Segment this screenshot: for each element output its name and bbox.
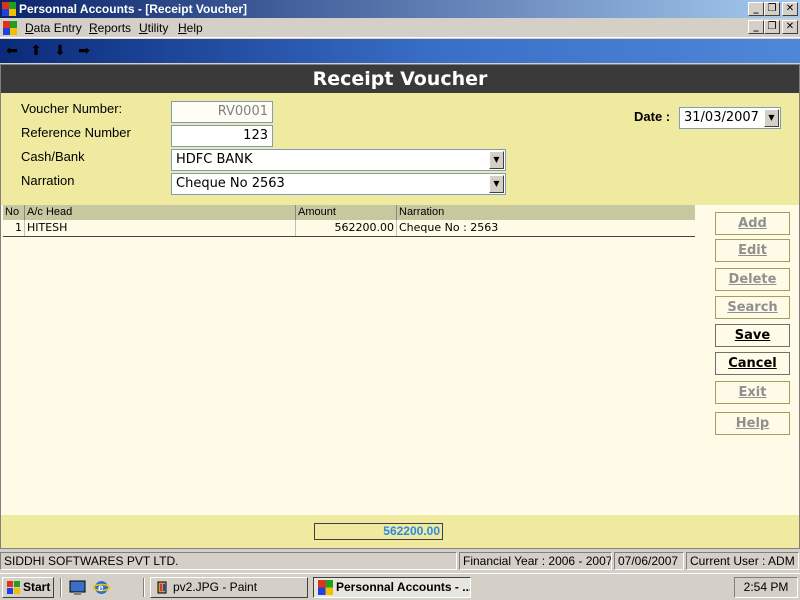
help-button[interactable]: Help [715, 412, 790, 435]
system-tray-clock[interactable]: 2:54 PM [734, 577, 798, 598]
date-picker[interactable]: 31/03/2007 ▼ [679, 107, 781, 129]
cell-ac-head[interactable]: HITESH [25, 220, 296, 236]
voucher-number-field: RV0001 [171, 101, 273, 123]
delete-button[interactable]: Delete [715, 268, 790, 291]
app-icon [318, 580, 333, 595]
arrow-down-icon[interactable]: ⬇ [51, 42, 69, 60]
svg-text:e: e [98, 583, 104, 594]
menu-bar: Data Entry Reports Utility Help _ ❐ ✕ [0, 18, 800, 38]
window-title-bar[interactable]: Personnal Accounts - [Receipt Voucher] _… [0, 0, 800, 18]
status-financial-year: Financial Year : 2006 - 2007 [459, 552, 612, 570]
task-label: pv2.JPG - Paint [173, 580, 258, 594]
close-button[interactable]: ✕ [782, 2, 798, 16]
chevron-down-icon[interactable]: ▼ [764, 109, 779, 127]
reference-number-field[interactable]: 123 [171, 125, 273, 147]
internet-explorer-icon[interactable]: e [93, 579, 110, 596]
narration-value: Cheque No 2563 [176, 176, 285, 191]
document-icon[interactable] [3, 21, 17, 35]
form-title: Receipt Voucher [1, 65, 799, 93]
reference-number-label: Reference Number [21, 125, 131, 140]
column-header-ac-head[interactable]: A/c Head [25, 205, 296, 220]
task-label: Personnal Accounts - ... [336, 580, 471, 594]
cash-bank-select[interactable]: HDFC BANK ▼ [171, 149, 506, 171]
grid-header: No A/c Head Amount Narration [3, 205, 695, 220]
narration-select[interactable]: Cheque No 2563 ▼ [171, 173, 506, 195]
start-button[interactable]: Start [2, 577, 54, 598]
add-button[interactable]: Add [715, 212, 790, 235]
menu-help[interactable]: Help [178, 21, 203, 35]
save-button[interactable]: Save [715, 324, 790, 347]
menu-utility[interactable]: Utility [139, 21, 168, 35]
voucher-number-label: Voucher Number: [21, 101, 123, 116]
arrow-right-icon[interactable]: ➡ [75, 42, 93, 60]
cell-amount[interactable]: 562200.00 [296, 220, 397, 236]
table-row[interactable]: 1 HITESH 562200.00 Cheque No : 2563 [3, 220, 695, 237]
taskbar: Start e pv2.JPG - Paint Personnal Accoun… [0, 573, 800, 600]
arrow-up-icon[interactable]: ⬆ [27, 42, 45, 60]
chevron-down-icon[interactable]: ▼ [489, 175, 504, 193]
taskbar-separator [60, 578, 62, 597]
search-button[interactable]: Search [715, 296, 790, 319]
status-current-user: Current User : ADM [686, 552, 799, 570]
edit-button[interactable]: Edit [715, 239, 790, 262]
status-date: 07/06/2007 [614, 552, 684, 570]
cash-bank-label: Cash/Bank [21, 149, 85, 164]
child-restore-button[interactable]: ❐ [764, 20, 780, 34]
menu-reports[interactable]: Reports [89, 21, 131, 35]
voucher-header-panel: Voucher Number: RV0001 Reference Number … [1, 93, 799, 205]
receipt-voucher-form: Receipt Voucher Voucher Number: RV0001 R… [0, 64, 800, 549]
total-panel: 562200.00 [1, 515, 799, 548]
voucher-grid: No A/c Head Amount Narration 1 HITESH 56… [3, 205, 695, 238]
windows-logo-icon [7, 581, 20, 594]
date-label: Date : [634, 109, 671, 124]
arrow-left-icon[interactable]: ⬅ [3, 42, 21, 60]
app-icon [2, 2, 16, 16]
cell-no[interactable]: 1 [3, 220, 25, 236]
child-minimize-button[interactable]: _ [748, 20, 764, 34]
window-title: Personnal Accounts - [Receipt Voucher] [19, 2, 248, 16]
column-header-no[interactable]: No [3, 205, 25, 220]
cell-narration[interactable]: Cheque No : 2563 [397, 220, 695, 236]
minimize-button[interactable]: _ [748, 2, 764, 16]
restore-button[interactable]: ❐ [764, 2, 780, 16]
start-label: Start [23, 580, 51, 594]
child-close-button[interactable]: ✕ [782, 20, 798, 34]
total-amount: 562200.00 [314, 523, 443, 540]
taskbar-task-paint[interactable]: pv2.JPG - Paint [150, 577, 308, 598]
taskbar-separator [143, 578, 145, 597]
status-bar: SIDDHI SOFTWARES PVT LTD. Financial Year… [0, 550, 800, 572]
cancel-button[interactable]: Cancel [715, 352, 790, 375]
exit-button[interactable]: Exit [715, 381, 790, 404]
taskbar-task-personnal-accounts[interactable]: Personnal Accounts - ... [313, 577, 471, 598]
navigation-toolbar: ⬅ ⬆ ⬇ ➡ [0, 39, 800, 63]
menu-data-entry[interactable]: Data Entry [25, 21, 82, 35]
paint-icon [157, 581, 167, 594]
narration-label: Narration [21, 173, 75, 188]
status-company: SIDDHI SOFTWARES PVT LTD. [0, 552, 457, 570]
cash-bank-value: HDFC BANK [176, 152, 253, 167]
date-value: 31/03/2007 [684, 110, 759, 125]
column-header-narration[interactable]: Narration [397, 205, 695, 220]
chevron-down-icon[interactable]: ▼ [489, 151, 504, 169]
desktop-icon[interactable] [69, 579, 86, 596]
column-header-amount[interactable]: Amount [296, 205, 397, 220]
